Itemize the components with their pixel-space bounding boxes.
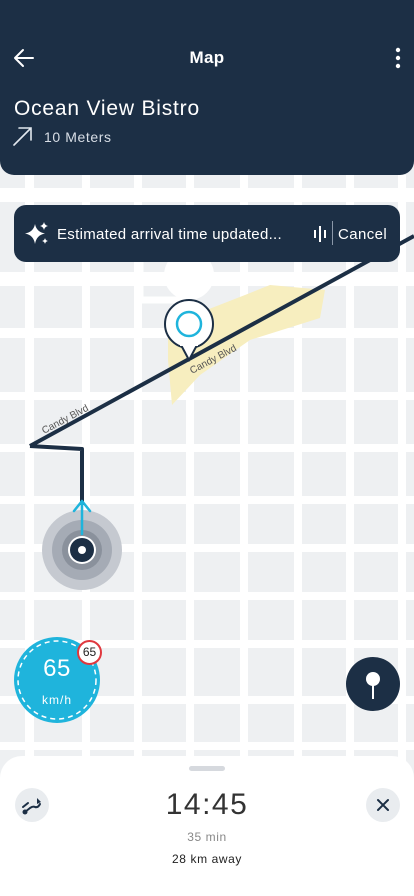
drag-handle[interactable]	[189, 766, 225, 771]
divider	[332, 221, 333, 245]
sparkle-icon	[25, 222, 48, 244]
header: Map Ocean View Bistro 10 Meters	[0, 0, 414, 175]
arrival-time: 14:45	[165, 788, 249, 821]
eta-notification: Estimated arrival time updated... Cancel	[14, 205, 400, 262]
end-route-button[interactable]	[366, 788, 400, 822]
speed-limit-badge: 65	[77, 640, 102, 665]
page-title: Map	[189, 48, 225, 67]
map-pin-icon	[366, 672, 380, 699]
close-icon	[377, 799, 389, 811]
audio-wave-icon[interactable]	[313, 225, 327, 243]
notification-text: Estimated arrival time updated...	[57, 226, 282, 243]
trip-info-sheet: 14:45 35 min 28 km away	[0, 756, 414, 896]
more-vertical-icon[interactable]	[390, 44, 406, 72]
cancel-button[interactable]: Cancel	[338, 226, 387, 243]
arrow-up-right-icon	[13, 127, 32, 146]
destination-name: Ocean View Bistro	[14, 97, 200, 120]
distance-to-turn: 10 Meters	[44, 129, 112, 145]
speed-unit: km/h	[41, 693, 72, 707]
trip-duration: 35 min	[187, 830, 227, 844]
drop-pin-button[interactable]	[346, 657, 400, 711]
distance-remaining: 28 km away	[171, 852, 243, 866]
